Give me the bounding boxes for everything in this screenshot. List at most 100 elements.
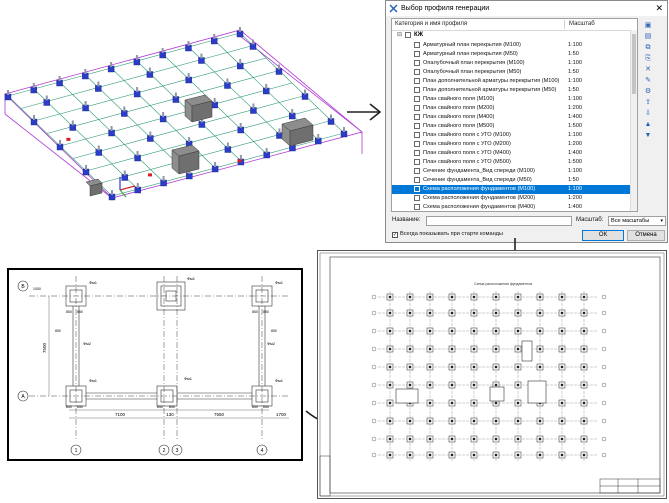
profile-list-item[interactable]: План свайного поля с УГО (М400) 1:400 [392,149,632,158]
sheet-column [408,365,412,369]
profile-list-item[interactable]: План дополнительной арматуры перекрытия … [392,77,632,86]
profile-list-item[interactable]: Арматурный план перекрытия (М50) 1:50 [392,50,632,59]
profile-checkbox[interactable] [414,114,420,120]
ok-button[interactable]: ОК [582,230,624,241]
model-column [33,115,35,120]
profile-list-item[interactable]: План свайного поля (М400) 1:400 [392,113,632,122]
profile-checkbox[interactable] [414,87,420,93]
profile-name: План свайного поля (М500) [423,123,495,129]
sheet-column [560,437,564,441]
profile-list-item[interactable]: Сечение фундамента_Вид спереди (М100) 1:1… [392,167,632,176]
model-column [188,137,191,142]
sheet-column [428,347,432,351]
profile-list-item[interactable]: План свайного поля (М500) 1:500 [392,122,632,131]
axis-label-4: 4 [261,448,264,454]
sheet-axis-bubble [371,328,377,334]
model-marker [148,173,152,177]
profile-checkbox[interactable] [414,132,420,138]
profile-name: Арматурный план перекрытия (М100) [423,42,521,48]
axis-label-3: 3 [176,448,179,454]
dimension-lines [48,296,289,419]
sheet-axis-bubble [601,310,607,316]
properties-icon[interactable]: ⚙ [643,87,653,96]
sheet-drawing-title: Схема расположения фундаментов [474,282,532,286]
name-input[interactable] [426,216,572,226]
export-icon[interactable]: ⇪ [643,98,653,107]
profile-list-item[interactable]: Опалубочный план перекрытия (М50) 1:50 [392,68,632,77]
collapse-icon[interactable]: ⊟ [397,31,402,40]
profile-checkbox[interactable] [414,51,420,57]
profile-list-item[interactable]: План свайного поля (М100) 1:100 [392,95,632,104]
pile-label: Фм1 [89,280,98,285]
sheet-foundation-layout [371,291,607,461]
profile-name: План дополнительной арматуры перекрытия … [423,78,560,84]
profile-checkbox[interactable] [414,96,420,102]
sheet-column [582,329,586,333]
model-column [45,95,48,101]
profile-list-item[interactable]: План свайного поля с УГО (М200) 1:200 [392,140,632,149]
scrollbar-thumb[interactable] [632,34,636,94]
profile-list-item[interactable]: Арматурный план перекрытия (М100) 1:100 [392,41,632,50]
profile-checkbox[interactable] [414,42,420,48]
sheet-column [450,365,454,369]
name-label: Название: [392,217,421,223]
profile-checkbox[interactable] [414,105,420,111]
import-icon[interactable]: ⇩ [643,109,653,118]
profile-checkbox[interactable] [414,177,420,183]
profile-checkbox[interactable] [414,159,420,165]
profile-checkbox[interactable] [414,141,420,147]
profile-list-item[interactable]: Сечение фундамента_Вид спереди (М50) 1:50 [392,176,632,185]
profile-checkbox[interactable] [414,78,420,84]
profile-list-item[interactable]: План свайного поля (М200) 1:200 [392,104,632,113]
profile-list-item[interactable]: Схема расположения фундаментов (М100) 1:1… [392,185,632,194]
show-on-start-checkbox[interactable]: ✓ [392,232,398,238]
profile-checkbox[interactable] [414,186,420,192]
profile-tree-list[interactable]: Категория и имя профиля Масштаб ⊟ КЖ Арм… [391,18,638,212]
close-icon[interactable]: ✕ [655,1,663,16]
profile-list-item[interactable]: Опалубочный план перекрытия (М100) 1:100 [392,59,632,68]
profile-checkbox[interactable] [414,60,420,66]
profile-list-item[interactable]: План свайного поля с УГО (М100) 1:100 [392,131,632,140]
column-header-scale[interactable]: Масштаб [569,19,595,30]
profile-scale: 1:200 [568,195,582,201]
paste-icon[interactable]: ⎘ [643,54,653,63]
profile-checkbox[interactable] [414,69,420,75]
new-profile-icon[interactable]: ▤ [643,32,653,41]
model-column [71,120,74,126]
rename-icon[interactable]: ✎ [643,76,653,85]
sheet-column [582,437,586,441]
cancel-button[interactable]: Отмена [627,230,665,241]
sheet-column [516,383,520,387]
copy-icon[interactable]: ⧉ [643,43,653,52]
sheet-column [408,295,412,299]
sheet-axis-bubble [371,452,377,458]
model-column [97,81,100,87]
scale-select[interactable]: Все масштабы ▾ [608,216,666,226]
column-header-name[interactable]: Категория и имя профиля [395,19,467,30]
group-checkbox[interactable] [405,32,411,38]
profile-list-item[interactable]: Схема расположения фундаментов (М400) 1:4… [392,203,632,211]
sheet-column [388,401,392,405]
profile-list-item[interactable]: План свайного поля с УГО (М500) 1:500 [392,158,632,167]
sheet-column [494,401,498,405]
profile-checkbox[interactable] [414,168,420,174]
profile-checkbox[interactable] [414,195,420,201]
sheet-column [494,329,498,333]
profile-scale: 1:200 [568,141,582,147]
profile-list-item[interactable]: План дополнительной арматуры перекрытия … [392,86,632,95]
model-column [162,112,165,117]
model-column [135,55,138,60]
model-column [239,27,241,32]
move-down-icon[interactable]: ▼ [643,131,653,140]
tree-group-kzh[interactable]: ⊟ КЖ [392,31,632,40]
sheet-column [538,311,542,315]
profile-scale: 1:200 [568,105,582,111]
profile-checkbox[interactable] [414,150,420,156]
profile-checkbox[interactable] [414,123,420,129]
move-up-icon[interactable]: ▲ [643,120,653,129]
delete-icon[interactable]: ✕ [643,65,653,74]
new-folder-icon[interactable]: ▣ [643,21,653,30]
list-scrollbar[interactable] [630,30,637,211]
profile-list-item[interactable]: Схема расположения фундаментов (М200) 1:2… [392,194,632,203]
profile-checkbox[interactable] [414,204,420,210]
